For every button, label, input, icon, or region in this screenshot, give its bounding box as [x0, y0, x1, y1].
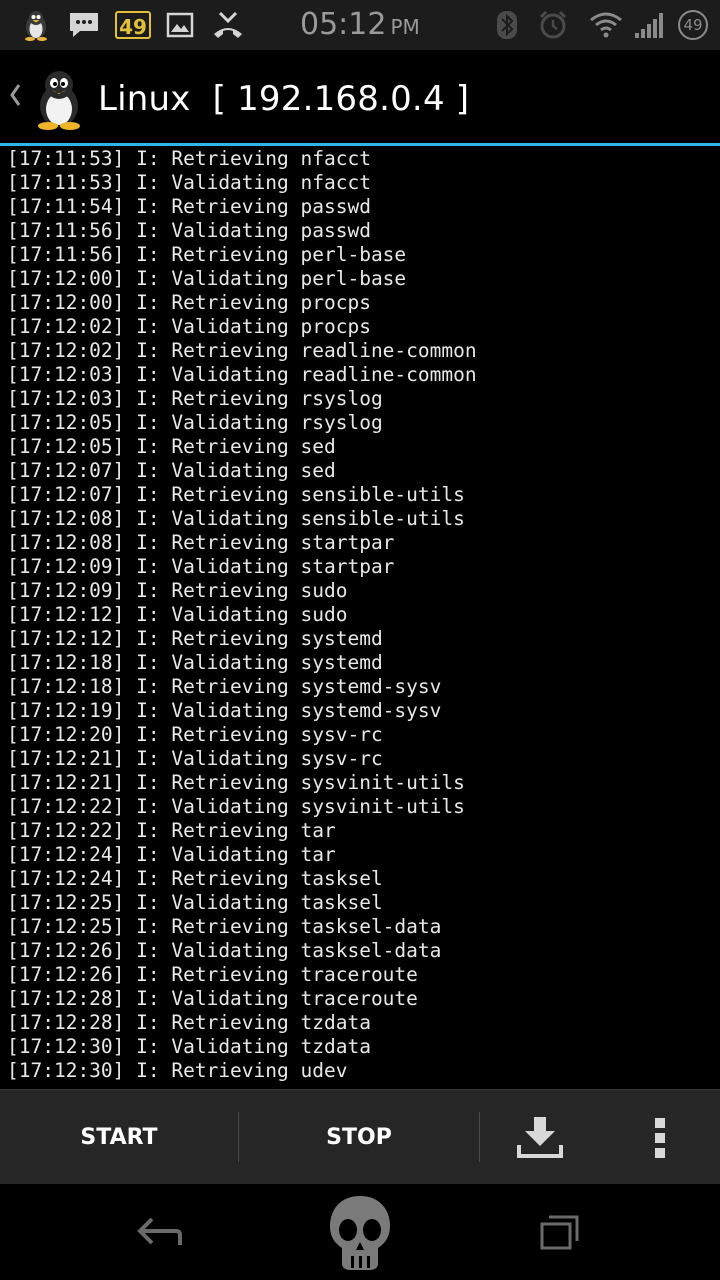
- overflow-menu-button[interactable]: [600, 1090, 720, 1185]
- log-line: [17:12:26] I: Retrieving traceroute: [7, 963, 418, 986]
- log-line: [17:12:00] I: Validating perl-base: [7, 267, 407, 290]
- log-line: [17:12:30] I: Retrieving udev: [7, 1059, 348, 1082]
- log-line: [17:12:25] I: Validating tasksel: [7, 891, 383, 914]
- log-line: [17:12:05] I: Retrieving sed: [7, 435, 336, 458]
- log-line: [17:12:07] I: Retrieving sensible-utils: [7, 483, 465, 506]
- log-line: [17:12:18] I: Validating systemd: [7, 651, 383, 674]
- log-line: [17:12:03] I: Validating readline-common: [7, 363, 477, 386]
- bottom-action-bar: START STOP: [0, 1089, 720, 1185]
- back-chevron-icon[interactable]: [8, 80, 22, 110]
- log-line: [17:12:07] I: Validating sed: [7, 459, 336, 482]
- log-line: [17:12:08] I: Validating sensible-utils: [7, 507, 465, 530]
- linux-penguin-icon: [20, 9, 52, 41]
- log-line: [17:12:26] I: Validating tasksel-data: [7, 939, 442, 962]
- overflow-menu-icon: [655, 1117, 665, 1158]
- log-line: [17:12:30] I: Validating tzdata: [7, 1035, 371, 1058]
- log-line: [17:12:09] I: Validating startpar: [7, 555, 395, 578]
- battery-level: 49: [678, 10, 708, 40]
- start-button[interactable]: START: [0, 1090, 238, 1185]
- skull-home-icon: [330, 1196, 390, 1270]
- log-line: [17:12:22] I: Retrieving tar: [7, 819, 336, 842]
- log-line: [17:12:12] I: Retrieving systemd: [7, 627, 383, 650]
- log-line: [17:12:24] I: Validating tar: [7, 843, 336, 866]
- log-line: [17:12:28] I: Validating traceroute: [7, 987, 418, 1010]
- message-icon: [66, 9, 102, 41]
- wifi-icon: [588, 9, 624, 41]
- log-lines: [17:11:53] I: Retrieving nfacct [17:11:53…: [7, 147, 477, 1083]
- download-button[interactable]: [480, 1090, 600, 1185]
- action-bar-divider: [0, 143, 720, 146]
- recent-apps-icon: [540, 1215, 579, 1250]
- log-line: [17:12:21] I: Validating sysv-rc: [7, 747, 383, 770]
- log-line: [17:12:09] I: Retrieving sudo: [7, 579, 348, 602]
- log-line: [17:12:02] I: Retrieving readline-common: [7, 339, 477, 362]
- page-title: Linux [ 192.168.0.4 ]: [98, 79, 470, 119]
- log-line: [17:12:03] I: Retrieving rsyslog: [7, 387, 383, 410]
- log-line: [17:11:53] I: Retrieving nfacct: [7, 147, 371, 170]
- action-bar[interactable]: Linux [ 192.168.0.4 ]: [0, 50, 720, 143]
- download-icon: [517, 1116, 563, 1158]
- log-line: [17:12:00] I: Retrieving procps: [7, 291, 371, 314]
- log-line: [17:12:22] I: Validating sysvinit-utils: [7, 795, 465, 818]
- log-line: [17:12:24] I: Retrieving tasksel: [7, 867, 383, 890]
- log-line: [17:12:28] I: Retrieving tzdata: [7, 1011, 371, 1034]
- log-line: [17:12:02] I: Validating procps: [7, 315, 371, 338]
- log-line: [17:12:21] I: Retrieving sysvinit-utils: [7, 771, 465, 794]
- log-line: [17:12:12] I: Validating sudo: [7, 603, 348, 626]
- status-bar: 49 05:12 PM 49: [0, 0, 720, 50]
- log-line: [17:12:19] I: Validating systemd-sysv: [7, 699, 442, 722]
- log-line: [17:12:25] I: Retrieving tasksel-data: [7, 915, 442, 938]
- nav-back-button[interactable]: [100, 1184, 220, 1280]
- gallery-icon: [164, 9, 196, 41]
- log-line: [17:12:18] I: Retrieving systemd-sysv: [7, 675, 442, 698]
- log-line: [17:11:56] I: Retrieving perl-base: [7, 243, 407, 266]
- log-line: [17:11:54] I: Retrieving passwd: [7, 195, 371, 218]
- status-clock: 05:12 PM: [300, 6, 420, 44]
- log-line: [17:12:05] I: Validating rsyslog: [7, 411, 383, 434]
- log-line: [17:12:08] I: Retrieving startpar: [7, 531, 395, 554]
- stop-button[interactable]: STOP: [239, 1090, 479, 1185]
- nav-home-button[interactable]: [300, 1184, 420, 1280]
- notification-count-badge: 49: [115, 11, 151, 39]
- notification-count-icon: 49: [114, 9, 152, 41]
- log-line: [17:11:56] I: Validating passwd: [7, 219, 371, 242]
- log-line: [17:11:53] I: Validating nfacct: [7, 171, 371, 194]
- nav-recents-button[interactable]: [500, 1184, 620, 1280]
- log-line: [17:12:20] I: Retrieving sysv-rc: [7, 723, 383, 746]
- bluetooth-icon: [494, 9, 520, 41]
- battery-icon: 49: [676, 9, 710, 41]
- alarm-icon: [536, 9, 570, 41]
- back-arrow-icon: [137, 1217, 182, 1245]
- signal-icon: [632, 9, 666, 41]
- status-time-ampm: PM: [390, 15, 420, 39]
- log-output[interactable]: [17:11:53] I: Retrieving nfacct [17:11:53…: [0, 147, 720, 1087]
- status-time-text: 05:12: [300, 7, 387, 42]
- linux-penguin-icon[interactable]: [28, 68, 90, 130]
- missed-call-icon: [210, 9, 246, 41]
- navigation-bar: [0, 1184, 720, 1280]
